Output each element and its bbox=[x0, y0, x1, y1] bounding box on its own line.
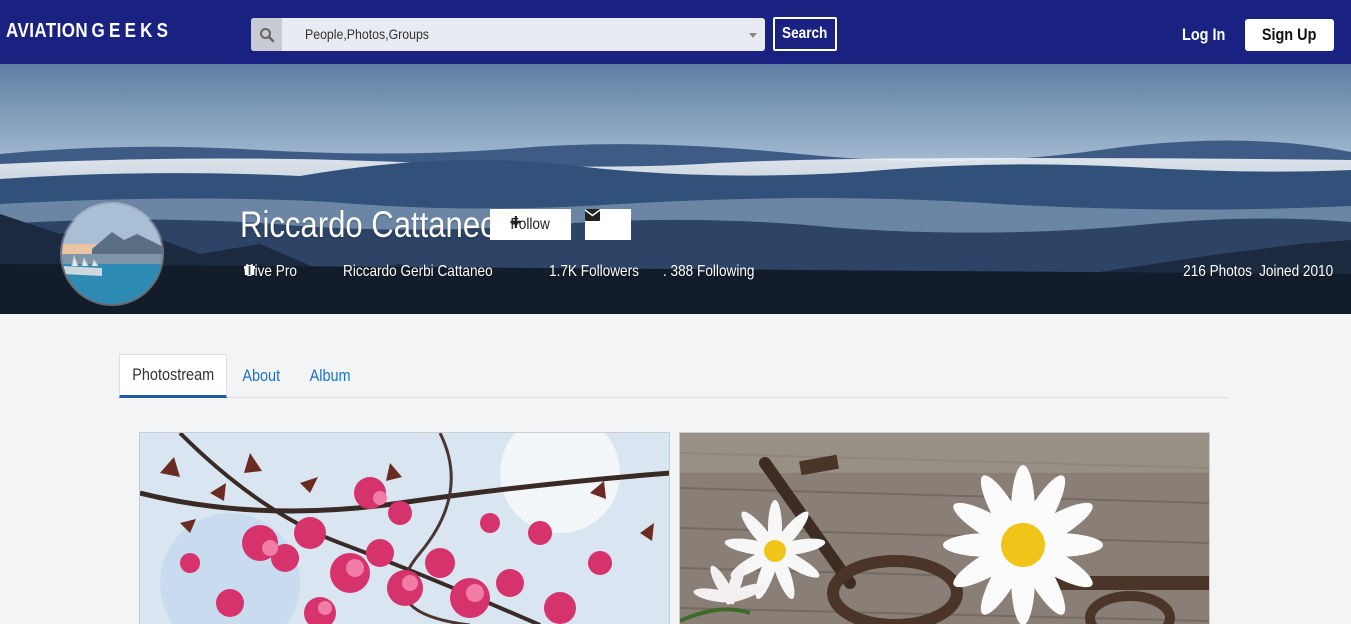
message-button[interactable] bbox=[585, 209, 631, 240]
search-category-select[interactable]: People,Photos,Groups bbox=[305, 26, 429, 42]
profile-tabs: Photostream About Album bbox=[119, 354, 1229, 398]
followers-count[interactable]: 1.7K Followers bbox=[549, 263, 639, 281]
photo-daisies-keys bbox=[680, 433, 1209, 624]
logo-text-geeks: GEEKS bbox=[91, 20, 173, 42]
chevron-down-icon[interactable] bbox=[749, 33, 757, 38]
envelope-icon bbox=[585, 209, 600, 221]
tab-photostream[interactable]: Photostream bbox=[119, 354, 227, 398]
search-button[interactable]: Search bbox=[773, 17, 837, 51]
profile-name: Riccardo Cattaneo bbox=[240, 204, 498, 245]
give-pro-link[interactable]: Give Pro bbox=[244, 263, 297, 281]
search-button-label: Search bbox=[782, 25, 828, 42]
joined-date: Joined 2010 bbox=[1258, 263, 1333, 280]
top-navbar: AVIATION GEEKS People,Photos,Groups Searc… bbox=[0, 0, 1351, 64]
tab-album[interactable]: Album bbox=[302, 354, 358, 398]
plus-icon bbox=[510, 215, 522, 228]
logo-text-aviation: AVIATION bbox=[6, 20, 89, 42]
login-link[interactable]: Log In bbox=[1182, 25, 1225, 45]
tab-photostream-label: Photostream bbox=[132, 365, 214, 384]
tab-about-label: About bbox=[242, 366, 280, 385]
profile-cover-banner: Riccardo Cattaneo Follow Give Pro Riccar… bbox=[0, 64, 1351, 314]
profile-full-name: Riccardo Gerbi Cattaneo bbox=[343, 263, 493, 280]
site-logo[interactable]: AVIATION GEEKS bbox=[6, 20, 172, 43]
following-count[interactable]: . 388 Following bbox=[663, 263, 754, 281]
signup-button[interactable]: Sign Up bbox=[1245, 19, 1334, 51]
photos-count: 216 Photos bbox=[1183, 263, 1252, 280]
photo-tile[interactable] bbox=[679, 432, 1210, 624]
profile-avatar[interactable] bbox=[60, 202, 164, 306]
search-bar[interactable]: People,Photos,Groups bbox=[251, 18, 765, 51]
photo-pink-blossoms bbox=[140, 433, 669, 624]
search-icon[interactable] bbox=[251, 18, 282, 51]
follow-button[interactable]: Follow bbox=[490, 209, 571, 240]
tab-about[interactable]: About bbox=[233, 354, 289, 398]
photo-tile[interactable] bbox=[139, 432, 670, 624]
tab-album-label: Album bbox=[309, 366, 351, 385]
gift-icon bbox=[244, 264, 256, 275]
signup-button-label: Sign Up bbox=[1262, 25, 1317, 44]
